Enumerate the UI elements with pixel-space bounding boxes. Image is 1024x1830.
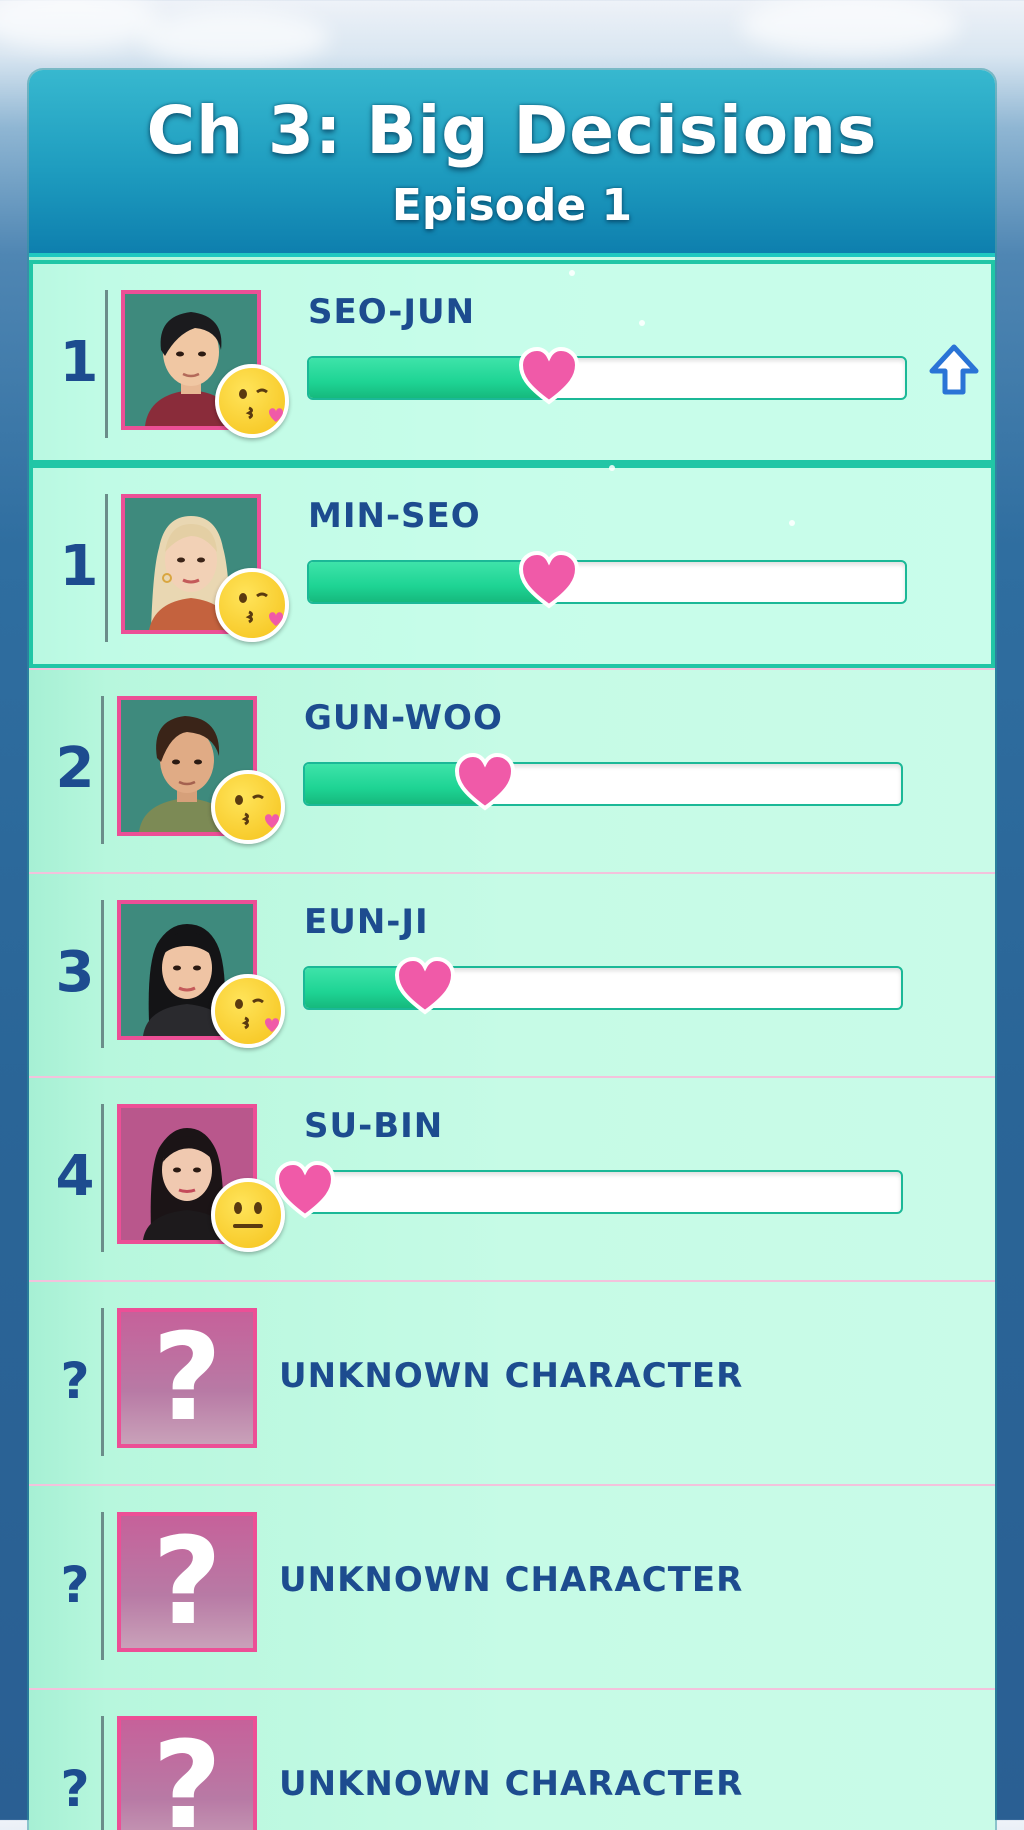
divider [101, 1308, 104, 1456]
cloud [140, 10, 330, 65]
chapter-title: Ch 3: Big Decisions [146, 92, 878, 169]
unknown-avatar: ? [117, 1512, 257, 1652]
question-mark-icon: ? [152, 1513, 222, 1652]
character-row-seo-jun[interactable]: 1 SEO-JUN [29, 260, 995, 464]
character-name: UNKNOWN CHARACTER [279, 1764, 744, 1804]
character-name: SU-BIN [304, 1106, 444, 1146]
heart-icon [394, 956, 456, 1015]
character-row-min-seo[interactable]: 1 MIN-SEO [29, 464, 995, 668]
character-name: UNKNOWN CHARACTER [279, 1356, 744, 1396]
divider [105, 290, 108, 438]
affection-fill [309, 358, 549, 398]
kiss-face-icon [215, 568, 289, 642]
rank-number: 3 [55, 940, 95, 1005]
divider [101, 1512, 104, 1660]
rank-number: ? [60, 1760, 90, 1818]
sparkle [569, 270, 575, 276]
rank-number: 1 [59, 534, 99, 599]
sparkle [789, 520, 795, 526]
character-name: MIN-SEO [308, 496, 481, 536]
question-mark-icon: ? [152, 1309, 222, 1448]
affection-fill [309, 562, 549, 602]
affection-bar [303, 956, 903, 1015]
relationship-panel: Ch 3: Big Decisions Episode 1 1 SEO-JUN [29, 70, 995, 1830]
heart-icon [454, 752, 516, 811]
rank-number: 2 [55, 736, 95, 801]
character-row-gun-woo[interactable]: 2 GUN-WOO [29, 668, 995, 874]
trend-up-arrow-icon [929, 344, 979, 395]
episode-subtitle: Episode 1 [391, 180, 633, 231]
sparkle [609, 465, 615, 471]
kiss-face-icon [215, 364, 289, 438]
rank-number: 4 [55, 1144, 95, 1209]
kiss-face-icon [211, 770, 285, 844]
kiss-face-icon [211, 974, 285, 1048]
cloud [0, 0, 160, 50]
sparkle [669, 590, 675, 596]
unknown-character-row[interactable]: ? ? UNKNOWN CHARACTER [29, 1280, 995, 1486]
rank-number: ? [60, 1352, 90, 1410]
unknown-character-row[interactable]: ? ? UNKNOWN CHARACTER [29, 1484, 995, 1690]
sparkle [729, 370, 735, 376]
divider [101, 696, 104, 844]
affection-bar [307, 346, 907, 405]
divider [101, 900, 104, 1048]
character-name: UNKNOWN CHARACTER [279, 1560, 744, 1600]
heart-icon [518, 346, 580, 405]
character-row-eun-ji[interactable]: 3 EUN-JI [29, 872, 995, 1078]
question-mark-icon: ? [152, 1717, 222, 1830]
rank-number: 1 [59, 330, 99, 395]
character-row-su-bin[interactable]: 4 SU-BIN [29, 1076, 995, 1282]
divider [105, 494, 108, 642]
unknown-avatar: ? [117, 1308, 257, 1448]
heart-icon [518, 550, 580, 609]
divider [101, 1104, 104, 1252]
sparkle [639, 320, 645, 326]
chapter-header: Ch 3: Big Decisions Episode 1 [29, 70, 995, 257]
affection-bar [303, 752, 903, 811]
character-name: SEO-JUN [308, 292, 476, 332]
character-name: EUN-JI [304, 902, 429, 942]
cloud [740, 0, 960, 55]
divider [101, 1716, 104, 1830]
unknown-avatar: ? [117, 1716, 257, 1830]
affection-bar [274, 1160, 903, 1219]
rank-number: ? [60, 1556, 90, 1614]
heart-icon [274, 1160, 336, 1219]
character-name: GUN-WOO [304, 698, 503, 738]
unknown-character-row[interactable]: ? ? UNKNOWN CHARACTER [29, 1688, 995, 1830]
affection-bar [307, 550, 907, 609]
